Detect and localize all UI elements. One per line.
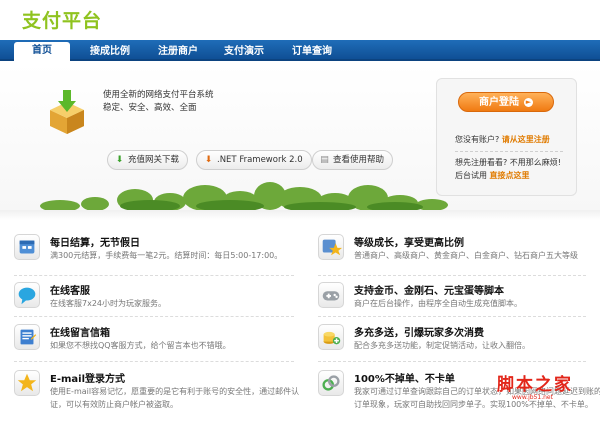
feature-title: 在线留言信箱 xyxy=(50,328,110,339)
register-prompt: 您没有账户? 请从这里注册 xyxy=(455,134,550,145)
gamepad-icon xyxy=(318,282,344,308)
notepad-icon xyxy=(14,324,40,350)
feature-script-support: 支持金币、金刚石、元宝蛋等脚本 商户在后台操作，由程序全自动生成充值脚本。 xyxy=(318,282,600,328)
feature-title: 多充多送，引爆玩家多次消费 xyxy=(354,328,484,339)
coins-icon xyxy=(318,324,344,350)
intro-text-line1: 使用全新的网络支付平台系统 xyxy=(103,90,214,100)
tab-payment-demo[interactable]: 支付演示 xyxy=(214,43,274,61)
arrow-right-icon: ► xyxy=(524,98,533,107)
row-divider xyxy=(14,316,294,317)
main-nav: 首页 接成比例 注册商户 支付演示 订单查询 xyxy=(0,40,600,63)
trial-question: 想先注册看看? 不用那么麻烦! xyxy=(455,158,561,167)
feature-description: 使用E-mail容易记忆，愿重要的是它有利于账号的安全性，通过邮件认证，可以有效… xyxy=(50,387,300,409)
tab-order-query[interactable]: 订单查询 xyxy=(282,43,342,61)
feature-title: E-mail登录方式 xyxy=(50,374,126,385)
feature-description: 配合多充多送功能，制定促销活动，让收入翻倍。 xyxy=(354,341,530,350)
merchant-login-label: 商户登陆 xyxy=(479,97,519,108)
merchant-login-button[interactable]: 商户登陆 ► xyxy=(458,92,554,112)
section-separator xyxy=(0,210,600,220)
feature-title: 100%不掉单、不卡单 xyxy=(354,374,455,385)
calendar-icon xyxy=(14,234,40,260)
feature-email-login: E-mail登录方式 使用E-mail容易记忆，愿重要的是它有利于账号的安全性，… xyxy=(14,370,304,416)
feature-level-growth: 等级成长，享受更高比例 普通商户、高级商户、黄金商户、白金商户、钻石商户五大等级 xyxy=(318,234,600,280)
row-divider xyxy=(318,361,586,362)
row-divider xyxy=(318,316,586,317)
tab-home[interactable]: 首页 xyxy=(14,42,70,63)
register-link[interactable]: 请从这里注册 xyxy=(502,135,550,144)
box-download-icon xyxy=(50,90,84,134)
help-doc-button[interactable]: ▤ 查看使用帮助 xyxy=(312,150,394,170)
feature-title: 每日结算，无节假日 xyxy=(50,238,140,249)
feature-description: 普通商户、高级商户、黄金商户、白金商户、钻石商户五大等级 xyxy=(354,251,578,260)
feature-daily-settlement: 每日结算，无节假日 满300元结算，手续费每一笔2元。结算时间：每日5:00-1… xyxy=(14,234,304,280)
feature-title: 在线客服 xyxy=(50,286,90,297)
row-divider xyxy=(14,361,294,362)
feature-online-service: 在线客服 在线客服7x24小时为玩家服务。 xyxy=(14,282,304,328)
feature-title: 支持金币、金刚石、元宝蛋等脚本 xyxy=(354,286,504,297)
row-divider xyxy=(14,275,294,276)
watermark-url: www.jb51.net xyxy=(512,394,553,401)
link-arrow-icon xyxy=(318,370,344,396)
feature-title: 等级成长，享受更高比例 xyxy=(354,238,464,249)
download-dotnet-button[interactable]: ⬇ .NET Framework 2.0 xyxy=(196,150,312,170)
feature-description: 满300元结算，手续费每一笔2元。结算时间：每日5:00-17:00。 xyxy=(50,251,283,260)
chat-bubble-icon xyxy=(14,282,40,308)
orange-down-arrow-icon: ⬇ xyxy=(204,155,213,165)
trees-decoration xyxy=(40,182,448,212)
download-gateway-button[interactable]: ⬇ 充值网关下载 xyxy=(107,150,189,170)
feature-description: 商户在后台操作，由程序全自动生成充值脚本。 xyxy=(354,299,522,308)
logo: 支付平台 xyxy=(22,10,103,32)
star-icon xyxy=(14,370,40,396)
download-gateway-label: 充值网关下载 xyxy=(128,155,180,165)
level-star-icon xyxy=(318,234,344,260)
no-account-text: 您没有账户? xyxy=(455,135,500,144)
download-dotnet-label: .NET Framework 2.0 xyxy=(217,155,303,165)
help-doc-icon: ▤ xyxy=(320,155,329,165)
feature-description: 如果您不想找QQ客服方式，给个留言本也不错哦。 xyxy=(50,341,231,350)
feature-description: 在线客服7x24小时为玩家服务。 xyxy=(50,299,167,308)
green-down-arrow-icon: ⬇ xyxy=(115,155,124,165)
feature-message-box: 在线留言信箱 如果您不想找QQ客服方式，给个留言本也不错哦。 xyxy=(14,324,304,370)
help-doc-label: 查看使用帮助 xyxy=(333,155,385,165)
watermark-logo: 脚本之家 xyxy=(497,375,573,395)
tab-ratio[interactable]: 接成比例 xyxy=(80,43,140,61)
row-divider xyxy=(318,275,586,276)
panel-divider xyxy=(455,151,563,152)
intro-text-line2: 稳定、安全、高效、全面 xyxy=(103,103,197,113)
tab-register-merchant[interactable]: 注册商户 xyxy=(148,43,208,61)
feature-bonus-recharge: 多充多送，引爆玩家多次消费 配合多充多送功能，制定促销活动，让收入翻倍。 xyxy=(318,324,600,370)
